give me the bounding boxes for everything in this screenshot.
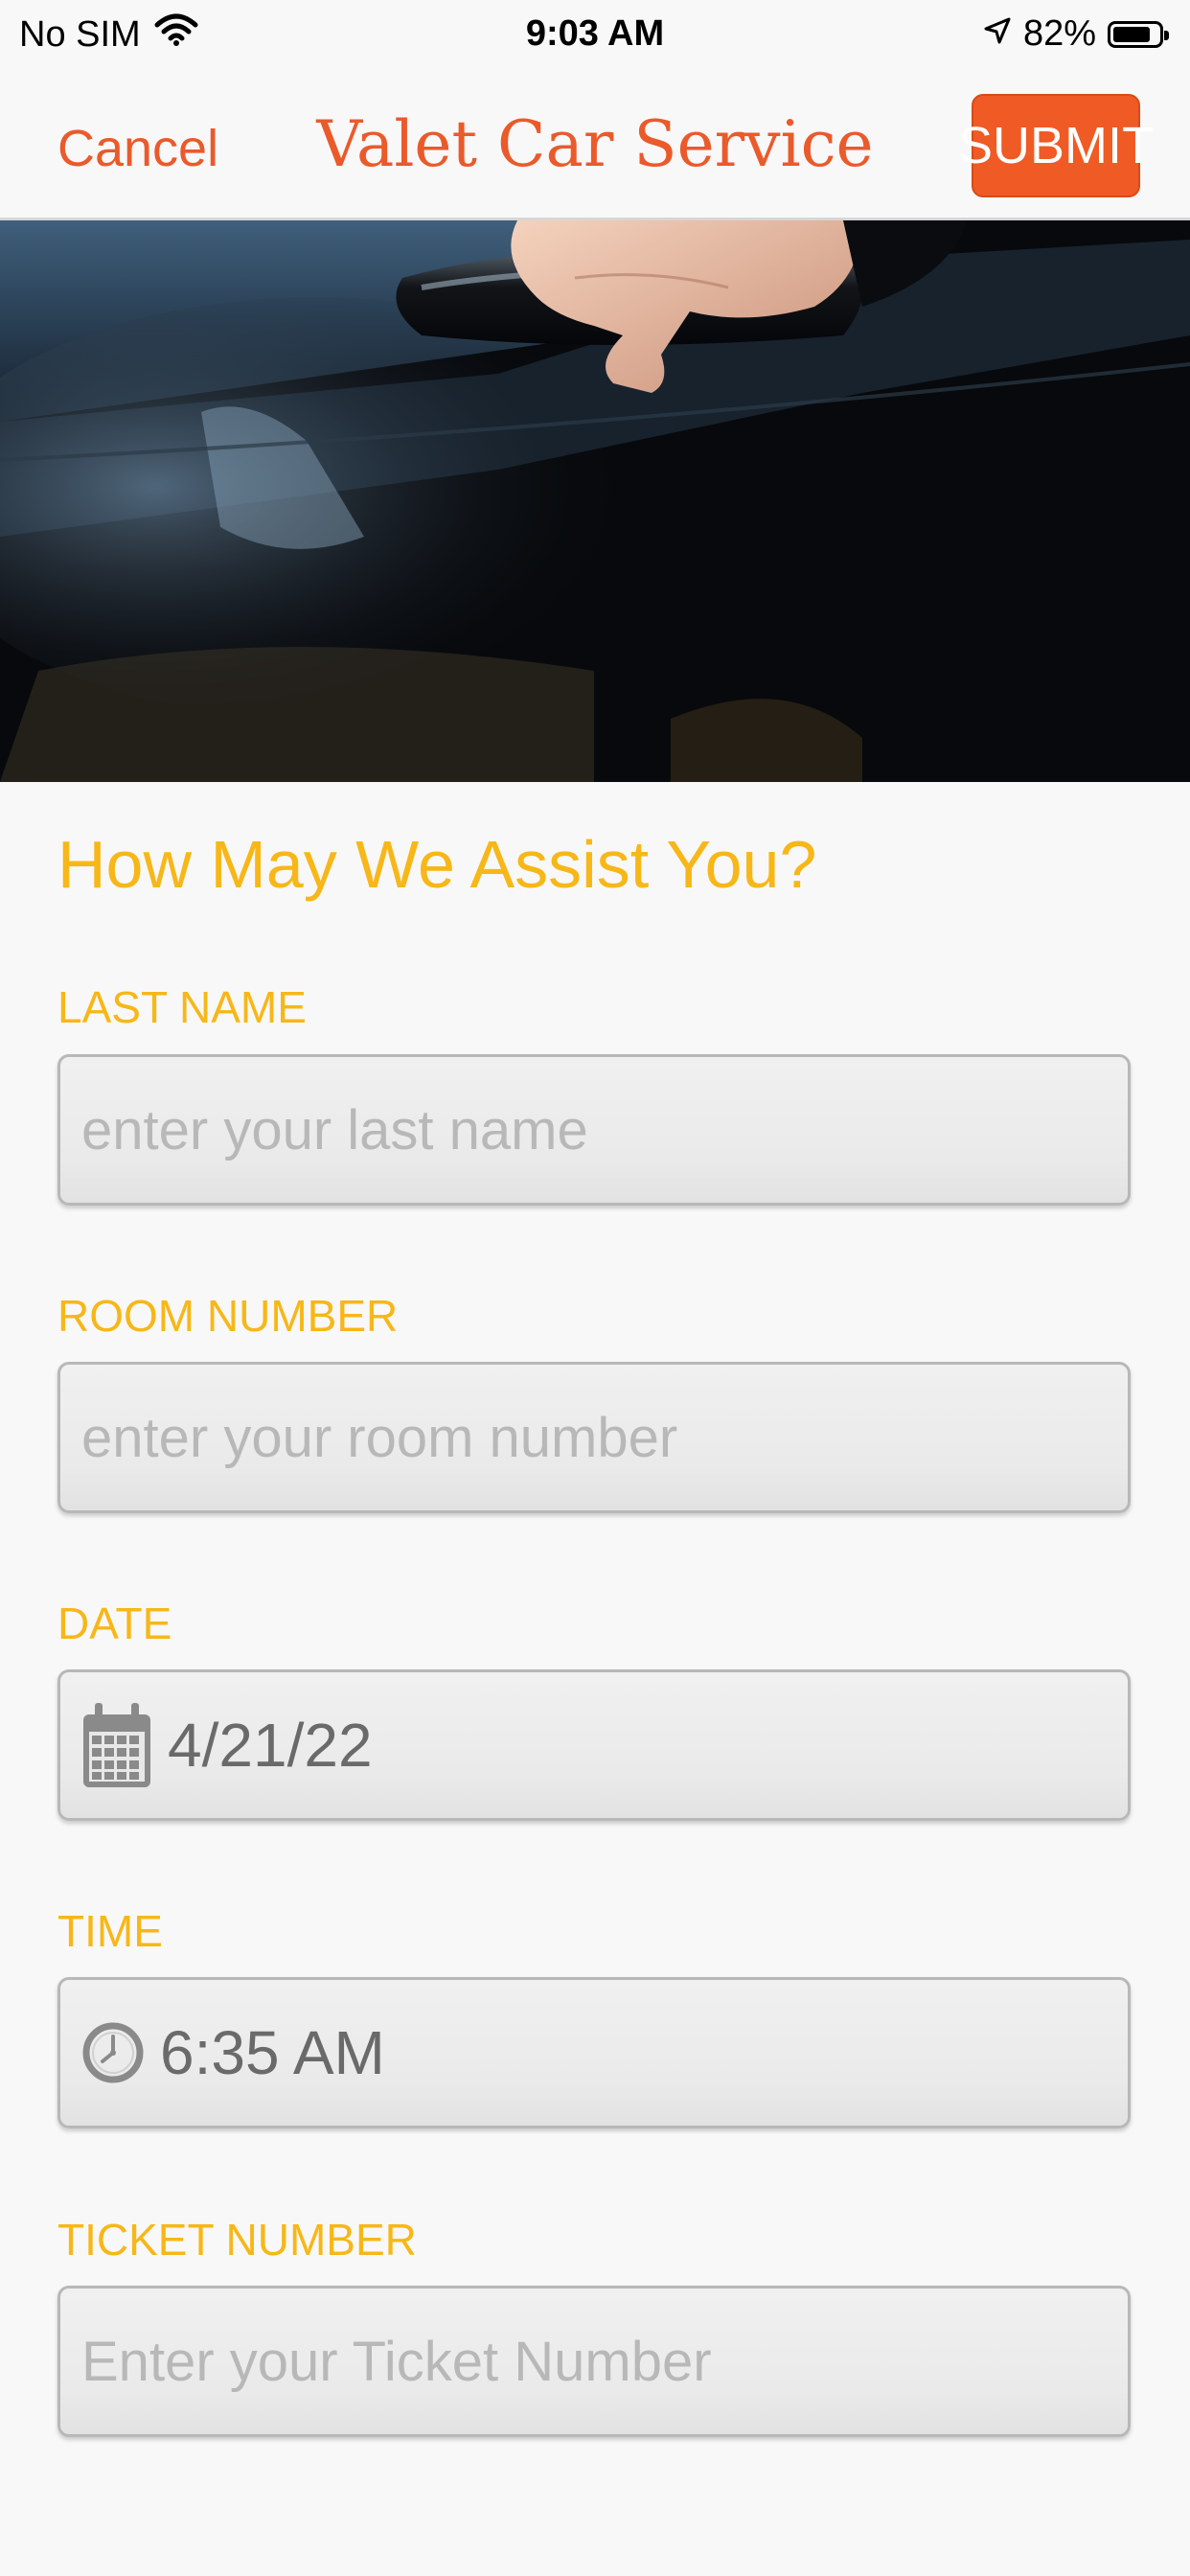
nav-bar: Cancel Valet Car Service SUBMIT [0, 75, 1190, 220]
status-bar: No SIM 9:03 AM 82% [0, 0, 1190, 75]
date-field[interactable]: 4/21/22 [57, 1669, 1131, 1821]
date-value: 4/21/22 [168, 1711, 373, 1780]
date-label: DATE [57, 1598, 172, 1648]
ticket-number-placeholder: Enter your Ticket Number [81, 2330, 712, 2393]
ticket-number-field[interactable]: Enter your Ticket Number [57, 2286, 1131, 2437]
calendar-icon [81, 1701, 152, 1789]
battery-percent: 82% [1022, 13, 1096, 54]
time-field[interactable]: 6:35 AM [57, 1977, 1131, 2128]
car-door-handle-photo [0, 220, 1190, 782]
room-number-field[interactable]: enter your room number [57, 1362, 1131, 1513]
battery-icon [1108, 20, 1169, 48]
time-value: 6:35 AM [160, 2018, 385, 2087]
hero-image [0, 220, 1190, 782]
room-number-label: ROOM NUMBER [57, 1291, 399, 1341]
last-name-placeholder: enter your last name [81, 1098, 588, 1162]
battery-fill [1113, 26, 1150, 42]
form-heading: How May We Assist You? [57, 827, 817, 902]
last-name-field[interactable]: enter your last name [57, 1054, 1131, 1206]
status-right: 82% [983, 13, 1169, 55]
time-label: TIME [57, 1906, 163, 1956]
submit-button[interactable]: SUBMIT [958, 94, 1154, 197]
room-number-placeholder: enter your room number [81, 1406, 678, 1469]
last-name-label: LAST NAME [57, 982, 307, 1032]
location-arrow-icon [983, 13, 1012, 55]
ticket-number-label: TICKET NUMBER [57, 2215, 417, 2265]
clock-icon [81, 2021, 145, 2084]
